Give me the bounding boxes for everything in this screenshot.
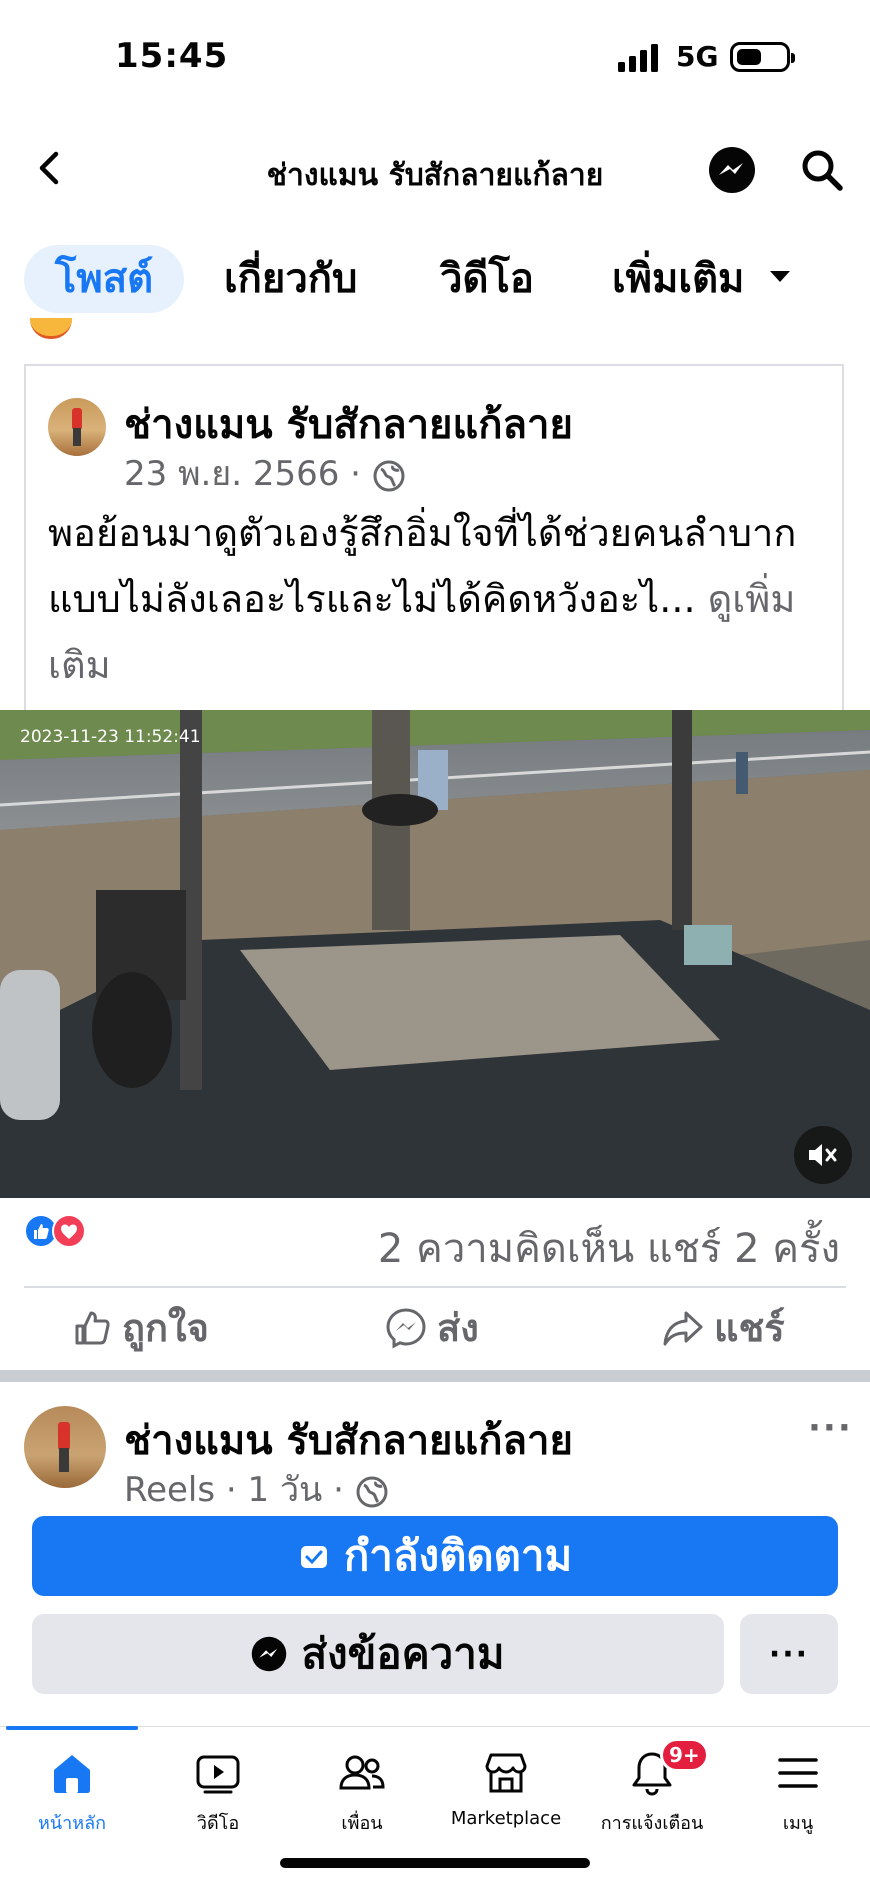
home-icon	[54, 1755, 90, 1793]
nav-active-indicator	[6, 1726, 138, 1730]
search-icon[interactable]	[800, 148, 844, 192]
send-button[interactable]: ส่ง	[385, 1298, 479, 1358]
post-body: พอย้อนมาดูตัวเองรู้สึกอิ่มใจที่ได้ช่วยคน…	[48, 511, 797, 621]
more-options-icon[interactable]: ···	[808, 1408, 853, 1448]
nav-video[interactable]: วิดีโอ	[148, 1748, 288, 1837]
home-indicator	[280, 1858, 590, 1868]
following-label: กำลังติดตาม	[343, 1531, 573, 1580]
post-meta: 23 พ.ย. 2566 ·	[124, 446, 406, 500]
message-label: ส่งข้อความ	[301, 1629, 505, 1678]
video-timestamp: 2023-11-23 11:52:41	[20, 727, 201, 747]
menu-icon	[778, 1758, 818, 1788]
divider	[24, 1286, 846, 1288]
like-button[interactable]: ถูกใจ	[72, 1298, 209, 1358]
tab-video[interactable]: วิดีโอ	[440, 245, 534, 313]
status-time: 15:45	[115, 36, 229, 76]
messenger-outline-icon	[386, 1308, 426, 1349]
avatar[interactable]	[24, 1406, 106, 1488]
globe-icon	[373, 460, 405, 491]
video-frame: 2023-11-23 11:52:41	[0, 710, 870, 1198]
emoji-icon	[30, 318, 72, 339]
following-check-icon	[300, 1546, 327, 1568]
tab-about[interactable]: เกี่ยวกับ	[224, 245, 357, 313]
nav-menu[interactable]: เมนู	[728, 1748, 868, 1837]
share-button[interactable]: แชร์	[662, 1298, 785, 1358]
nav-marketplace[interactable]: Marketplace	[436, 1748, 576, 1829]
chevron-down-icon[interactable]	[770, 271, 790, 282]
post-meta: Reels · 1 วัน ·	[124, 1462, 389, 1516]
love-reaction-icon[interactable]	[52, 1214, 86, 1248]
following-button[interactable]: กำลังติดตาม	[32, 1516, 838, 1596]
thumbs-up-icon	[75, 1311, 110, 1345]
nav-home[interactable]: หน้าหลัก	[2, 1748, 142, 1837]
nav-home-label: หน้าหลัก	[37, 1813, 107, 1834]
post-meta-text: Reels · 1 วัน ·	[124, 1470, 344, 1510]
nav-friends[interactable]: เพื่อน	[292, 1748, 432, 1837]
messenger-icon[interactable]	[708, 146, 756, 194]
nav-marketplace-label: Marketplace	[450, 1808, 562, 1829]
avatar[interactable]	[48, 398, 106, 456]
share-label: แชร์	[714, 1306, 785, 1350]
message-button[interactable]: ส่งข้อความ	[32, 1614, 724, 1694]
share-icon	[663, 1311, 703, 1346]
like-label: ถูกใจ	[122, 1306, 209, 1350]
network-type: 5G	[676, 40, 719, 73]
friends-icon	[339, 1755, 385, 1790]
nav-notifications-label: การแจ้งเตือน	[600, 1813, 704, 1834]
video-player[interactable]: 2023-11-23 11:52:41	[0, 710, 870, 1198]
page-title: ช่างแมน รับสักลายแก้ลาย	[266, 158, 604, 193]
more-button[interactable]: ···	[740, 1614, 838, 1694]
mute-icon[interactable]	[794, 1126, 852, 1184]
globe-icon	[356, 1476, 388, 1507]
video-icon	[196, 1755, 240, 1794]
send-label: ส่ง	[437, 1306, 479, 1350]
battery-icon	[730, 42, 795, 72]
nav-friends-label: เพื่อน	[341, 1813, 383, 1834]
post-text: พอย้อนมาดูตัวเองรู้สึกอิ่มใจที่ได้ช่วยคน…	[48, 500, 838, 698]
back-icon[interactable]	[30, 148, 70, 188]
nav-video-label: วิดีโอ	[196, 1813, 240, 1834]
post-date: 23 พ.ย. 2566 ·	[124, 454, 361, 494]
marketplace-icon	[485, 1753, 527, 1793]
signal-icon	[618, 44, 658, 72]
tab-posts[interactable]: โพสต์	[24, 245, 184, 313]
tab-more[interactable]: เพิ่มเติม	[612, 245, 744, 313]
notification-badge: 9+	[660, 1738, 709, 1772]
nav-menu-label: เมนู	[782, 1813, 814, 1834]
messenger-icon	[252, 1636, 287, 1672]
section-separator	[0, 1370, 870, 1382]
engagement-counts[interactable]: 2 ความคิดเห็น แชร์ 2 ครั้ง	[378, 1216, 840, 1280]
